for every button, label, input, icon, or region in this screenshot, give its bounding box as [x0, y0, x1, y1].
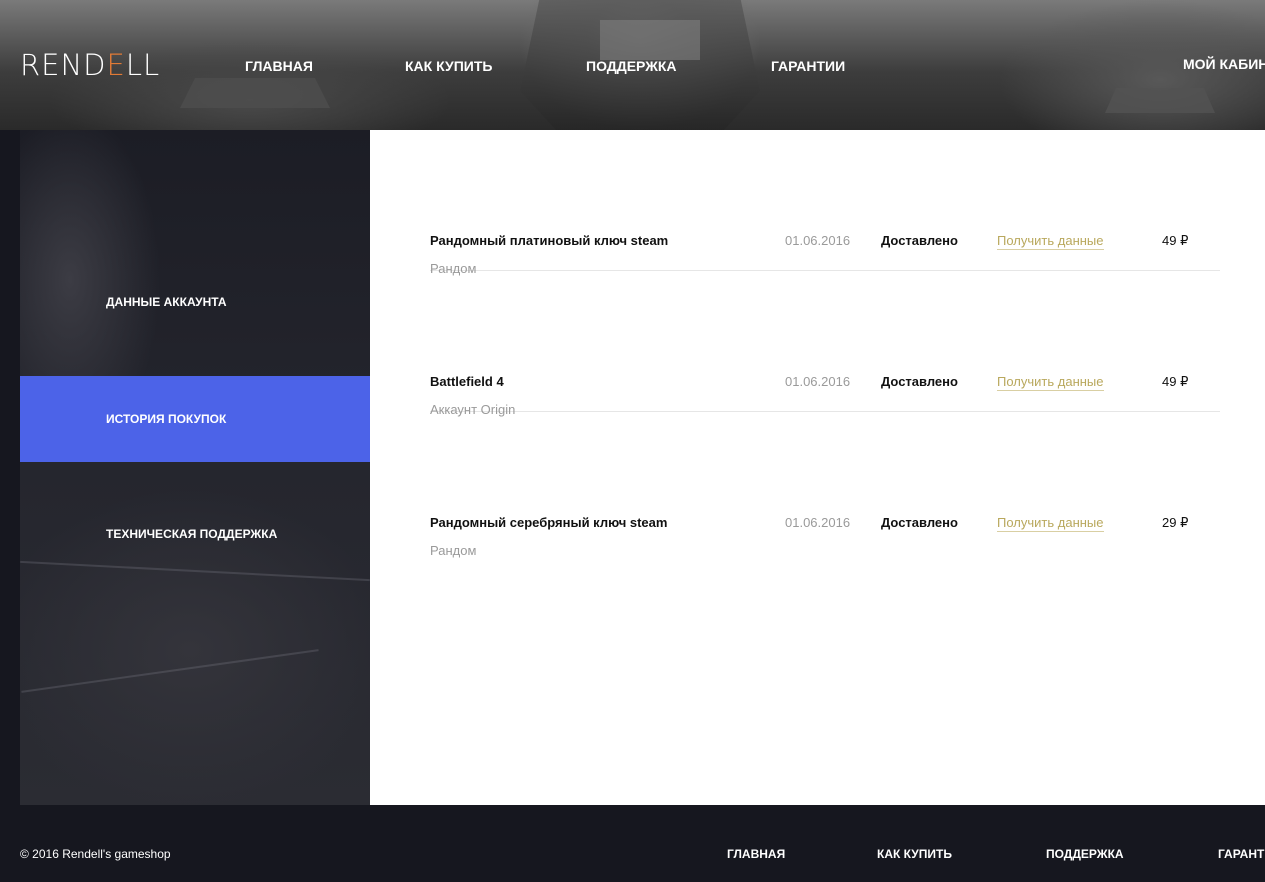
order-price: 49 ₽	[1162, 233, 1189, 248]
logo-text-accent: E	[106, 48, 126, 82]
account-sidebar: ДАННЫЕ АККАУНТА ИСТОРИЯ ПОКУПОК ТЕХНИЧЕС…	[20, 130, 370, 805]
banner-walker-panel	[600, 20, 700, 60]
get-data-link[interactable]: Получить данные	[997, 374, 1104, 391]
nav-link-support[interactable]: ПОДДЕРЖКА	[586, 58, 677, 74]
sidebar-item-label: ИСТОРИЯ ПОКУПОК	[106, 412, 227, 426]
footer-copyright: © 2016 Rendell's gameshop	[20, 847, 171, 861]
sidebar-item-tech-support[interactable]: ТЕХНИЧЕСКАЯ ПОДДЕРЖКА	[20, 491, 370, 577]
logo-text-part2: LL	[125, 48, 161, 82]
footer-link-guarantees[interactable]: ГАРАНТИИ	[1218, 847, 1265, 861]
purchase-history-panel: Рандомный платиновый ключ steam Рандом 0…	[370, 130, 1265, 805]
order-title: Рандомный серебряный ключ steam	[430, 515, 668, 530]
sidebar-item-label: ДАННЫЕ АККАУНТА	[106, 295, 227, 309]
banner-ship-left-image	[180, 78, 330, 108]
order-status: Доставлено	[881, 233, 958, 248]
footer-link-home[interactable]: ГЛАВНАЯ	[727, 847, 785, 861]
logo-text-part1: REND	[20, 48, 107, 82]
order-row: Battlefield 4 Аккаунт Origin 01.06.2016 …	[430, 271, 1220, 417]
order-price: 29 ₽	[1162, 515, 1189, 530]
order-title: Рандомный платиновый ключ steam	[430, 233, 669, 248]
footer-link-support[interactable]: ПОДДЕРЖКА	[1046, 847, 1124, 861]
get-data-link[interactable]: Получить данные	[997, 233, 1104, 250]
order-status: Доставлено	[881, 515, 958, 530]
order-row: Рандомный серебряный ключ steam Рандом 0…	[430, 412, 1220, 558]
header-banner: RENDELL ГЛАВНАЯ КАК КУПИТЬ ПОДДЕРЖКА ГАР…	[0, 0, 1265, 130]
order-date: 01.06.2016	[785, 374, 851, 389]
order-price: 49 ₽	[1162, 374, 1189, 389]
nav-link-how-to-buy[interactable]: КАК КУПИТЬ	[405, 58, 492, 74]
sidebar-item-label: ТЕХНИЧЕСКАЯ ПОДДЕРЖКА	[106, 527, 278, 541]
order-subtitle: Рандом	[430, 543, 477, 558]
sidebar-item-purchase-history[interactable]: ИСТОРИЯ ПОКУПОК	[20, 376, 370, 462]
nav-link-home[interactable]: ГЛАВНАЯ	[245, 58, 313, 74]
order-status: Доставлено	[881, 374, 958, 389]
nav-link-guarantees[interactable]: ГАРАНТИИ	[771, 58, 845, 74]
order-row: Рандомный платиновый ключ steam Рандом 0…	[430, 130, 1220, 276]
order-date: 01.06.2016	[785, 515, 851, 530]
order-date: 01.06.2016	[785, 233, 851, 248]
footer-link-how-to-buy[interactable]: КАК КУПИТЬ	[877, 847, 952, 861]
sidebar-item-account-data[interactable]: ДАННЫЕ АККАУНТА	[20, 259, 370, 345]
site-logo[interactable]: RENDELL	[20, 50, 160, 80]
banner-ship-right-image	[1105, 88, 1215, 113]
get-data-link[interactable]: Получить данные	[997, 515, 1104, 532]
order-title: Battlefield 4	[430, 374, 504, 389]
sidebar-decoration	[21, 649, 319, 693]
my-cabinet-link[interactable]: МОЙ КАБИНЕТ	[1183, 56, 1265, 72]
